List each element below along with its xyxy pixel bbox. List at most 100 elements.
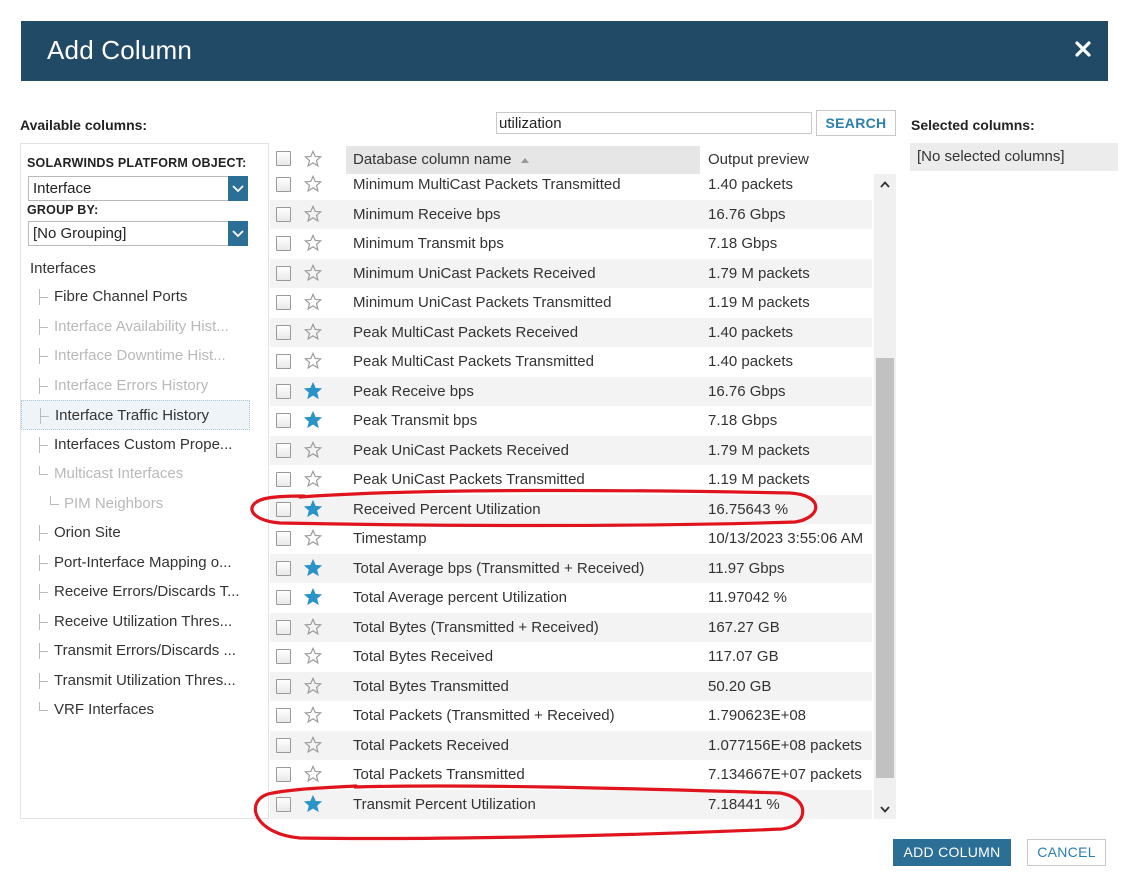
star-icon[interactable] [304, 150, 322, 168]
table-row[interactable]: Minimum MultiCast Packets Transmitted 1.4… [270, 170, 872, 200]
table-row[interactable]: Peak MultiCast Packets Transmitted 1.40 p… [270, 347, 872, 377]
table-row[interactable]: Total Bytes Received 117.07 GB [270, 642, 872, 672]
table-row[interactable]: Peak UniCast Packets Received 1.79 M pack… [270, 435, 872, 465]
row-checkbox[interactable] [276, 531, 291, 546]
scroll-up-icon[interactable] [874, 174, 896, 194]
tree-item[interactable]: Receive Utilization Thres... [21, 607, 250, 637]
table-row[interactable]: Total Average percent Utilization 11.9704… [270, 583, 872, 613]
table-row[interactable]: Total Bytes (Transmitted + Received) 167.… [270, 612, 872, 642]
row-checkbox[interactable] [276, 590, 291, 605]
star-filled-icon[interactable] [304, 499, 322, 518]
row-checkbox[interactable] [276, 560, 291, 576]
star-icon[interactable] [304, 617, 322, 636]
table-row[interactable]: Peak MultiCast Packets Received 1.40 pack… [270, 317, 872, 347]
tree-item[interactable]: Transmit Utilization Thres... [21, 666, 250, 696]
table-row[interactable]: Peak UniCast Packets Transmitted 1.19 M p… [270, 465, 872, 495]
star-icon[interactable] [304, 706, 322, 724]
tree-item[interactable]: Interfaces Custom Prope... [21, 430, 250, 460]
row-checkbox[interactable] [276, 649, 291, 664]
grid-scrollbar[interactable] [874, 174, 896, 819]
row-checkbox[interactable] [276, 708, 291, 723]
star-icon[interactable] [304, 175, 322, 193]
tree-item[interactable]: PIM Neighbors [21, 489, 250, 519]
row-checkbox[interactable] [276, 619, 291, 635]
table-row[interactable]: Total Average bps (Transmitted + Receive… [270, 553, 872, 583]
star-filled-icon[interactable] [304, 794, 322, 813]
search-button[interactable]: SEARCH [816, 110, 896, 136]
row-checkbox[interactable] [276, 737, 291, 753]
row-checkbox[interactable] [276, 442, 291, 458]
group-by-select[interactable]: [No Grouping] [28, 221, 248, 246]
star-filled-icon[interactable] [304, 588, 322, 606]
table-row[interactable]: Total Bytes Transmitted 50.20 GB [270, 671, 872, 701]
row-checkbox[interactable] [276, 501, 291, 517]
star-icon[interactable] [304, 735, 322, 754]
star-filled-icon[interactable] [304, 381, 322, 400]
star-icon[interactable] [304, 676, 322, 695]
row-checkbox[interactable] [276, 206, 291, 222]
table-row[interactable]: Total Packets Transmitted 7.134667E+07 pa… [270, 760, 872, 790]
row-checkbox[interactable] [276, 354, 291, 369]
tree-item[interactable]: Interface Errors History [21, 371, 250, 401]
search-input[interactable] [496, 112, 812, 134]
table-row[interactable]: Total Packets (Transmitted + Received) 1.… [270, 701, 872, 731]
table-row[interactable]: Received Percent Utilization 16.75643 % [270, 494, 872, 524]
star-icon[interactable] [304, 234, 322, 252]
tree-item[interactable]: Receive Errors/Discards T... [21, 577, 250, 607]
table-row[interactable]: Peak Receive bps 16.76 Gbps [270, 376, 872, 406]
row-column-name: Peak MultiCast Packets Transmitted [353, 353, 594, 370]
tree-item[interactable]: Fibre Channel Ports [21, 282, 250, 312]
star-icon[interactable] [304, 322, 322, 341]
tree-item[interactable]: Interface Downtime Hist... [21, 341, 250, 371]
table-row[interactable]: Peak Transmit bps 7.18 Gbps [270, 406, 872, 436]
row-checkbox[interactable] [276, 472, 291, 487]
table-row[interactable]: Minimum Receive bps 16.76 Gbps [270, 199, 872, 229]
select-all-checkbox[interactable] [276, 151, 291, 166]
star-icon[interactable] [304, 293, 322, 311]
row-checkbox[interactable] [276, 236, 291, 251]
star-icon[interactable] [304, 263, 322, 282]
star-icon[interactable] [304, 647, 322, 665]
row-checkbox[interactable] [276, 678, 291, 694]
table-row[interactable]: Minimum UniCast Packets Received 1.79 M p… [270, 258, 872, 288]
chevron-down-icon[interactable] [228, 221, 248, 246]
row-checkbox[interactable] [276, 265, 291, 281]
chevron-down-icon[interactable] [228, 176, 248, 201]
row-checkbox[interactable] [276, 383, 291, 399]
table-row[interactable]: Minimum UniCast Packets Transmitted 1.19 … [270, 288, 872, 318]
close-icon[interactable] [1072, 38, 1094, 60]
row-checkbox[interactable] [276, 767, 291, 782]
tree-item[interactable]: Port-Interface Mapping o... [21, 548, 250, 578]
scrollbar-thumb[interactable] [876, 358, 894, 778]
add-column-button[interactable]: ADD COLUMN [893, 839, 1011, 866]
table-row[interactable]: Minimum Transmit bps 7.18 Gbps [270, 229, 872, 259]
tree-root-interfaces[interactable]: Interfaces [30, 260, 96, 277]
star-icon[interactable] [304, 352, 322, 370]
cancel-button[interactable]: CANCEL [1027, 839, 1106, 866]
table-row[interactable]: Total Packets Received 1.077156E+08 packe… [270, 730, 872, 760]
table-row[interactable]: Transmit Percent Utilization 7.18441 % [270, 789, 872, 819]
tree-connector [50, 495, 60, 505]
row-checkbox[interactable] [276, 324, 291, 340]
tree-item[interactable]: VRF Interfaces [21, 695, 250, 725]
star-filled-icon[interactable] [304, 411, 322, 429]
table-row[interactable]: Timestamp 10/13/2023 3:55:06 AM [270, 524, 872, 554]
star-icon[interactable] [304, 470, 322, 488]
row-checkbox[interactable] [276, 796, 291, 812]
row-checkbox[interactable] [276, 295, 291, 310]
row-checkbox[interactable] [276, 177, 291, 192]
tree-item-label: Interface Errors History [54, 376, 209, 394]
scroll-down-icon[interactable] [874, 799, 896, 819]
star-icon[interactable] [304, 440, 322, 459]
tree-item[interactable]: Interface Traffic History [21, 400, 250, 430]
platform-object-select[interactable]: Interface [28, 176, 248, 201]
tree-item[interactable]: Multicast Interfaces [21, 459, 250, 489]
row-checkbox[interactable] [276, 413, 291, 428]
star-icon[interactable] [304, 529, 322, 547]
star-filled-icon[interactable] [304, 558, 322, 577]
tree-item[interactable]: Transmit Errors/Discards ... [21, 636, 250, 666]
tree-item[interactable]: Orion Site [21, 518, 250, 548]
star-icon[interactable] [304, 204, 322, 223]
star-icon[interactable] [304, 765, 322, 783]
tree-item[interactable]: Interface Availability Hist... [21, 312, 250, 342]
